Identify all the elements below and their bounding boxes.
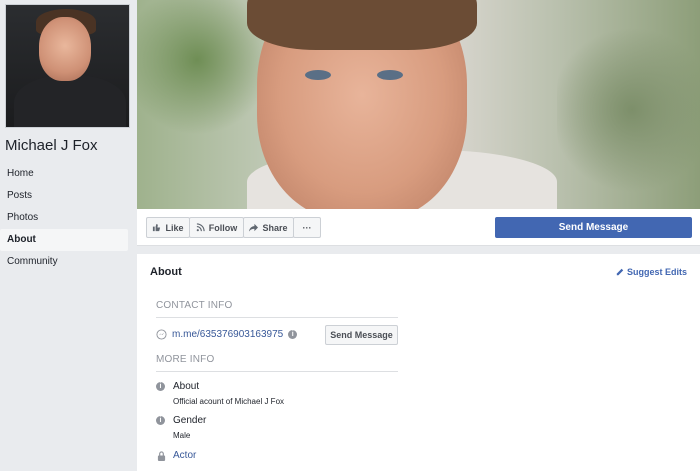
profile-picture[interactable] [5,4,130,128]
more-dots-icon: ··· [302,222,312,233]
suggest-edits-link[interactable]: Suggest Edits [616,267,687,277]
more-info-header: MORE INFO [156,354,215,365]
pencil-icon [616,268,624,276]
divider [156,317,398,318]
gender-value: Male [173,431,191,440]
rss-icon [196,223,205,232]
messenger-contact-row: m.me/635376903163975 i [156,329,298,340]
share-arrow-icon [249,223,259,232]
info-icon: i [156,416,165,425]
sidebar-item-community[interactable]: Community [0,251,137,273]
like-label: Like [165,222,184,233]
cover-photo[interactable] [137,0,700,209]
page-name[interactable]: Michael J Fox [5,137,98,154]
share-button[interactable]: Share [243,217,294,238]
sidebar-item-posts[interactable]: Posts [0,185,137,207]
gender-label: Gender [173,415,207,426]
contact-info-header: CONTACT INFO [156,300,233,311]
messenger-icon [156,329,167,340]
about-label: About [173,381,200,392]
about-value: Official acount of Michael J Fox [173,397,285,406]
share-label: Share [262,222,288,233]
info-icon[interactable]: i [288,330,298,339]
info-icon: i [156,382,165,391]
lock-icon [157,451,166,461]
like-button[interactable]: Like [146,217,190,238]
left-sidebar: Michael J Fox Home Posts Photos About Co… [0,0,137,471]
divider [156,371,398,372]
category-link[interactable]: Actor [173,450,196,461]
about-panel: About Suggest Edits CONTACT INFO m.me/63… [137,254,700,471]
sidebar-item-home[interactable]: Home [0,163,137,185]
more-options-button[interactable]: ··· [293,217,321,238]
thumbs-up-icon [153,223,161,232]
follow-label: Follow [208,222,238,233]
suggest-edits-label: Suggest Edits [626,267,687,277]
follow-button[interactable]: Follow [189,217,244,238]
about-heading: About [150,266,182,278]
sidebar-item-about[interactable]: About [0,229,128,251]
contact-send-message-button[interactable]: Send Message [325,325,398,345]
sidebar-nav: Home Posts Photos About Community [0,163,137,273]
sidebar-item-photos[interactable]: Photos [0,207,137,229]
send-message-button[interactable]: Send Message [495,217,692,238]
messenger-link[interactable]: m.me/635376903163975 [172,329,283,340]
page-action-bar: Like Follow Share ··· Send Message [137,209,700,246]
